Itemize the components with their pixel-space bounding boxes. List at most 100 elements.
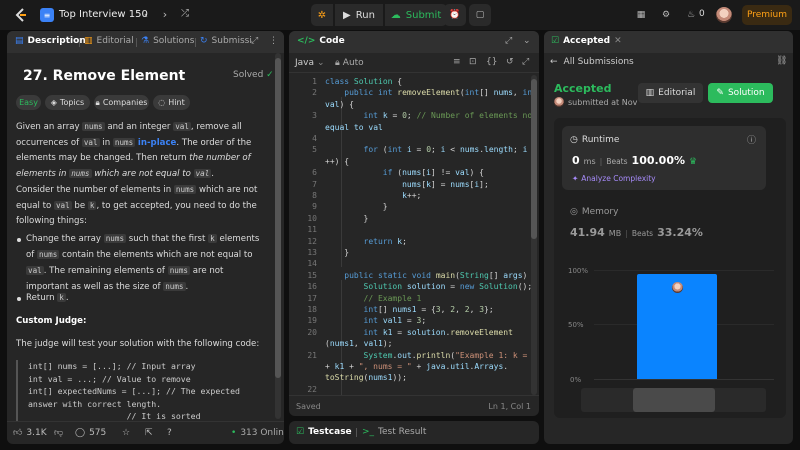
- help-button[interactable]: ?: [167, 428, 172, 438]
- leetcode-logo-icon[interactable]: [13, 7, 29, 23]
- maximize-icon[interactable]: ⤢: [251, 36, 258, 46]
- code-line[interactable]: int k1 = solution.removeElement: [325, 328, 513, 337]
- companies-chip[interactable]: 🔒︎ Companies: [94, 95, 149, 110]
- next-problem-icon[interactable]: ›: [158, 8, 172, 21]
- thumbs-down-icon: 👎︎: [54, 428, 64, 438]
- testcase-panel: ☑ Testcase >_ Test Result: [289, 421, 539, 444]
- range-slider-window[interactable]: [633, 388, 715, 412]
- line-number: 12: [307, 236, 317, 246]
- favorite-button[interactable]: ☆: [122, 428, 130, 438]
- fire-icon[interactable]: ♨: [684, 8, 698, 22]
- thumbs-up-icon: 👍︎: [13, 428, 23, 438]
- code-line[interactable]: + k1 + ", nums = " + java.util.Arrays.: [325, 362, 508, 371]
- code-line[interactable]: }: [325, 248, 349, 257]
- code-line[interactable]: (nums1, val1);: [325, 339, 392, 348]
- code-line[interactable]: nums[k] = nums[i];: [325, 180, 489, 189]
- link-icon[interactable]: ⛓: [776, 56, 787, 66]
- description-scroll-thumb[interactable]: [275, 58, 281, 378]
- premium-button[interactable]: Premium: [742, 5, 792, 25]
- prev-problem-icon[interactable]: ‹: [139, 8, 153, 21]
- code-line[interactable]: return k;: [325, 237, 407, 246]
- problem-list-icon[interactable]: ≡: [40, 8, 54, 22]
- terminal-icon: >_: [362, 427, 375, 437]
- code-editor[interactable]: 1 class Solution {2 public int removeElem…: [289, 75, 534, 395]
- code-line[interactable]: Solution solution = new Solution();: [325, 282, 533, 291]
- code-scroll-thumb[interactable]: [531, 79, 537, 239]
- like-button[interactable]: 👍︎ 3.1K: [13, 428, 47, 438]
- timer-button[interactable]: ⏰: [444, 4, 466, 26]
- code-line[interactable]: // Example 1: [325, 294, 422, 303]
- submitted-time: submitted at Nov: [568, 98, 638, 107]
- hint-chip[interactable]: ◌ Hint: [153, 95, 190, 110]
- in-place-link[interactable]: in-place: [138, 138, 176, 148]
- language-select[interactable]: Java ⌄: [295, 58, 325, 68]
- notes-button[interactable]: ▢: [469, 4, 491, 26]
- layout-grid-icon[interactable]: ▦: [634, 8, 648, 22]
- collapse-icon[interactable]: ⌄: [523, 36, 531, 46]
- share-button[interactable]: ⇱: [145, 428, 153, 438]
- tab-submissions[interactable]: ↻ Submissi: [200, 36, 252, 46]
- code-line[interactable]: public static void main(String[] args) {: [325, 271, 534, 280]
- code-line[interactable]: class Solution {: [325, 77, 402, 86]
- problem-list-title[interactable]: Top Interview 150: [59, 9, 148, 20]
- code-line[interactable]: equal to val: [325, 123, 383, 132]
- line-number: 10: [307, 213, 317, 223]
- tab-editorial[interactable]: ▥ Editorial: [84, 36, 134, 46]
- tab-divider: [356, 428, 357, 437]
- code-header: </> Code ⤢ ⌄: [289, 31, 539, 53]
- problem-statement: Given an array nums and an integer val, …: [16, 122, 252, 179]
- auto-mode-toggle[interactable]: 🔒︎ Auto: [335, 58, 364, 68]
- tab-testcase[interactable]: ☑ Testcase: [296, 427, 352, 437]
- code-line[interactable]: System.out.println("Example 1: k = ": [325, 351, 534, 360]
- close-icon[interactable]: ✕: [614, 36, 622, 46]
- solution-button[interactable]: ✎ Solution: [708, 83, 773, 103]
- topics-chip[interactable]: ◈ Topics: [45, 95, 90, 110]
- runtime-card[interactable]: ◷ Runtime ⓘ 0 ms | Beats 100.00% ♛ ✦ Analy…: [562, 126, 766, 190]
- dislike-button[interactable]: 👎︎: [54, 428, 63, 438]
- code-line[interactable]: k++;: [325, 191, 421, 200]
- tab-code[interactable]: </> Code: [297, 36, 345, 46]
- braces-icon[interactable]: {}: [486, 57, 497, 67]
- back-to-submissions[interactable]: ← All Submissions: [550, 57, 634, 67]
- code-line[interactable]: int[] nums1 = {3, 2, 2, 3};: [325, 305, 494, 314]
- gear-icon[interactable]: ⚙: [659, 8, 673, 22]
- run-button[interactable]: ▶ Run: [335, 4, 383, 26]
- editorial-button[interactable]: ▥ Editorial: [638, 83, 703, 103]
- editor-toolbar: Java ⌄ 🔒︎ Auto ≡ ⊡ {} ↺ ⤢: [289, 53, 539, 73]
- info-icon[interactable]: ⓘ: [747, 133, 756, 146]
- code-line[interactable]: for (int i = 0; i < nums.length; i: [325, 145, 528, 154]
- expand-icon[interactable]: ⤢: [522, 57, 529, 67]
- description-footer: 👍︎3.1K 👎︎ ◯575 ☆ ⇱ ? •313 Online: [7, 421, 284, 443]
- memory-stats[interactable]: 41.94 MB | Beats 33.24%: [570, 226, 703, 239]
- submit-button[interactable]: ☁ Submit: [385, 4, 447, 26]
- code-line[interactable]: int k = 0; // Number of elements not: [325, 111, 534, 120]
- tab-test-result[interactable]: >_ Test Result: [362, 427, 426, 437]
- code-line[interactable]: if (nums[i] != val) {: [325, 168, 484, 177]
- difficulty-badge[interactable]: Easy: [16, 95, 41, 110]
- tag-icon: ◈: [50, 98, 57, 107]
- maximize-icon[interactable]: ⤢: [505, 36, 512, 46]
- line-number: 21: [307, 350, 317, 360]
- debug-button[interactable]: ✲: [311, 4, 333, 26]
- code-line[interactable]: ++) {: [325, 157, 349, 166]
- bookmark-icon[interactable]: ⊡: [469, 57, 477, 67]
- share-icon: ⇱: [145, 428, 153, 438]
- tab-solutions[interactable]: ⚗ Solutions: [141, 36, 194, 46]
- code-line[interactable]: int val1 = 3;: [325, 316, 427, 325]
- code-line[interactable]: val) {: [325, 100, 354, 109]
- user-avatar[interactable]: [716, 7, 732, 23]
- more-icon[interactable]: ⋮: [269, 36, 278, 46]
- tab-description[interactable]: ▤ Description: [15, 36, 86, 46]
- shuffle-icon[interactable]: ⤮: [178, 8, 192, 19]
- runtime-stats: 0 ms | Beats 100.00% ♛: [572, 154, 698, 167]
- code-line[interactable]: public int removeElement(int[] nums, int: [325, 88, 534, 97]
- line-number: 6: [312, 168, 317, 178]
- reset-icon[interactable]: ↺: [506, 57, 514, 67]
- format-icon[interactable]: ≡: [453, 57, 461, 67]
- tab-accepted[interactable]: ☑ Accepted ✕: [551, 36, 622, 46]
- code-line[interactable]: toString(nums1));: [325, 373, 407, 382]
- analyze-complexity-link[interactable]: ✦ Analyze Complexity: [572, 174, 656, 183]
- code-line[interactable]: }: [325, 214, 369, 223]
- code-line[interactable]: }: [325, 202, 388, 211]
- comments-button[interactable]: ◯ 575: [75, 428, 106, 438]
